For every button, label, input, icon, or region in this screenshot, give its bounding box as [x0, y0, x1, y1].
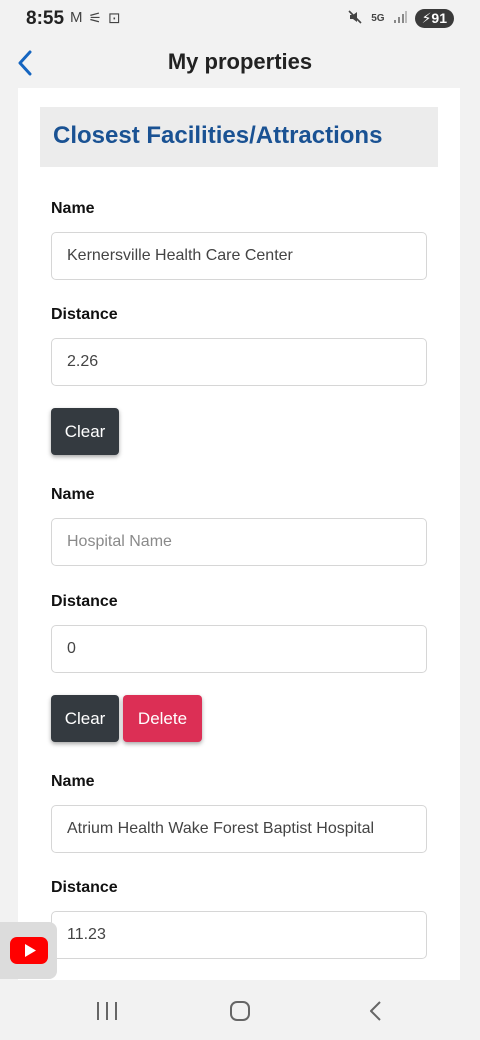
facility-3-distance-label: Distance: [51, 879, 118, 896]
signal-tool-icon: ⚟: [88, 10, 102, 27]
facility-1-distance-input[interactable]: [51, 338, 427, 386]
battery-level: 91: [431, 10, 447, 26]
notification-icons: M ⚟ ⊡: [70, 9, 121, 27]
facility-3-distance-input[interactable]: [51, 911, 427, 959]
facility-1-name-input[interactable]: [51, 232, 427, 280]
mute-icon: [347, 9, 363, 28]
facility-2-distance-input[interactable]: [51, 625, 427, 673]
facility-2-delete-button[interactable]: Delete: [123, 695, 202, 742]
battery-indicator: ⚡91: [414, 9, 454, 28]
facility-2-distance-label: Distance: [51, 593, 118, 610]
facility-3-name-label: Name: [51, 773, 95, 790]
youtube-icon: [9, 937, 48, 964]
section-title: Closest Facilities/Attractions: [53, 122, 383, 149]
screenshot-icon: ⊡: [107, 10, 121, 27]
status-right-icons: 5G ⚡91: [347, 9, 454, 28]
home-icon: [230, 1001, 250, 1021]
facility-1-name-label: Name: [51, 200, 95, 217]
battery-charge-icon: ⚡: [421, 10, 432, 26]
facility-1-clear-button[interactable]: Clear: [51, 408, 119, 455]
signal-icon: [393, 10, 407, 27]
network-type: 5G: [371, 13, 385, 24]
gmail-icon: M: [70, 9, 83, 26]
status-bar: 8:55 M ⚟ ⊡ 5G ⚡91: [0, 0, 480, 38]
page-title: My properties: [167, 49, 313, 74]
app-header: My properties: [0, 38, 480, 88]
recent-apps-icon: [97, 1002, 117, 1020]
home-button[interactable]: [228, 999, 252, 1023]
recent-apps-button[interactable]: [92, 999, 122, 1023]
section-header: Closest Facilities/Attractions: [40, 107, 438, 167]
youtube-float-button[interactable]: [0, 922, 57, 979]
facility-2-clear-button[interactable]: Clear: [51, 695, 119, 742]
facility-2-name-input[interactable]: [51, 518, 427, 566]
main-content[interactable]: Closest Facilities/Attractions Name Dist…: [18, 88, 460, 980]
nav-back-icon: [370, 1001, 381, 1021]
facility-2-name-label: Name: [51, 486, 95, 503]
system-nav-bar: [0, 980, 480, 1040]
nav-back-button[interactable]: [364, 999, 388, 1023]
facility-1-distance-label: Distance: [51, 306, 118, 323]
status-time: 8:55: [26, 8, 65, 29]
facility-3-name-input[interactable]: [51, 805, 427, 853]
